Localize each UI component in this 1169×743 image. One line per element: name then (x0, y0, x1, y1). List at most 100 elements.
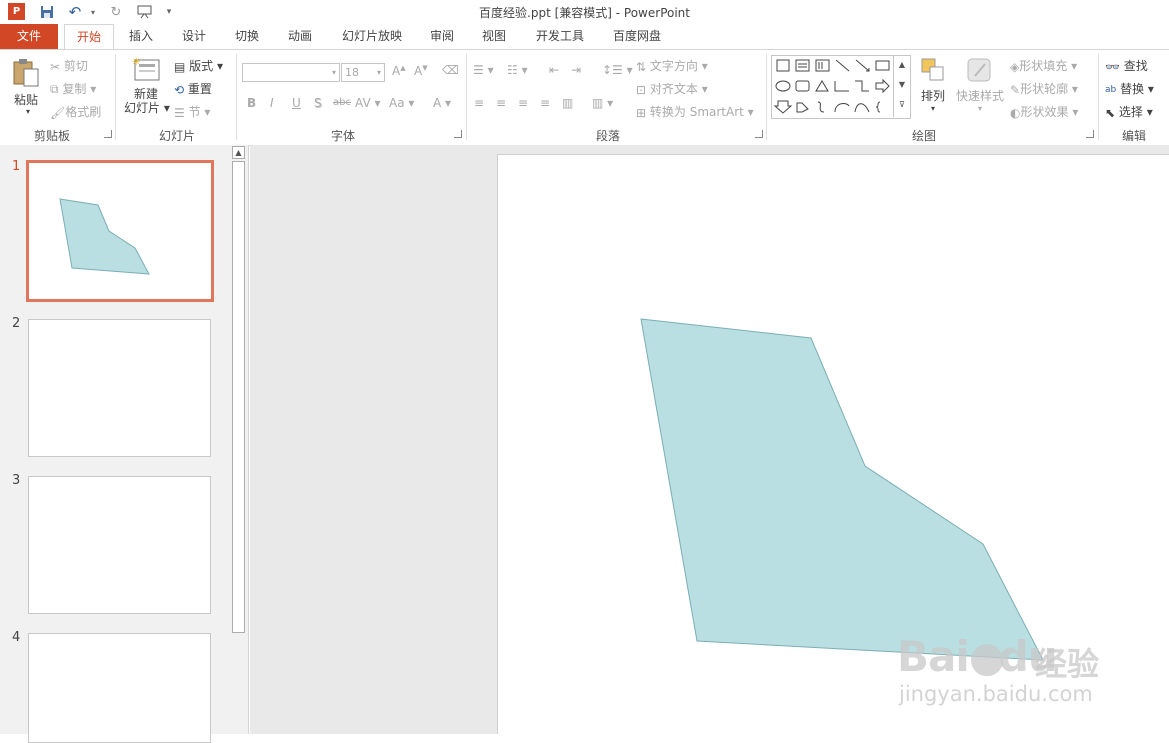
paste-button[interactable]: 粘贴 (10, 56, 42, 108)
italic-button[interactable]: I (270, 96, 274, 110)
quick-styles-button[interactable]: 快速样式 ▾ (954, 56, 1006, 113)
find-button[interactable]: 👓 查找 (1105, 57, 1148, 74)
reset-icon: ⟲ (174, 82, 185, 97)
text-direction-label: 文字方向 (649, 59, 698, 73)
paste-dropdown-icon[interactable]: ▾ (26, 107, 30, 116)
pen-icon: ✎ (1010, 82, 1021, 97)
group-label-slides: 幻灯片 (158, 129, 195, 143)
format-painter-icon: 🖌 (50, 105, 66, 120)
find-label: 查找 (1123, 59, 1148, 73)
shadow-button[interactable]: S (314, 96, 322, 110)
strikethrough-button[interactable]: abc (333, 97, 351, 108)
paw-icon: ● (968, 632, 1006, 681)
decrease-indent-icon[interactable]: ⇤ (549, 63, 559, 77)
title-bar: P ↶ ▾ ↻ ▾ 百度经验.ppt [兼容模式] - PowerPoint (0, 0, 1169, 24)
reset-button[interactable]: ⟲ 重置 (174, 80, 212, 97)
ribbon-separator (236, 54, 237, 140)
layout-label: 版式 (189, 59, 214, 73)
window-title: 百度经验.ppt [兼容模式] - PowerPoint (479, 6, 690, 20)
tab-design[interactable]: 设计 (174, 24, 214, 49)
layout-button[interactable]: ▤ 版式 ▾ (174, 57, 223, 74)
watermark-brand: Bai●du (897, 632, 1058, 681)
arrange-button[interactable]: 排列 ▾ (918, 56, 948, 113)
section-button[interactable]: ☰ 节 ▾ (174, 103, 210, 120)
shape-effects-icon: ◐ (1010, 105, 1021, 120)
font-color-label: A (433, 96, 442, 110)
copy-button[interactable]: ⧉ 复制 ▾ (50, 80, 96, 97)
select-label: 选择 (1118, 105, 1143, 119)
tab-review[interactable]: 审阅 (423, 24, 461, 49)
tab-animations[interactable]: 动画 (280, 24, 320, 49)
thumbnail-scrollbar[interactable]: ▲ (231, 145, 247, 734)
slide-number: 4 (12, 630, 21, 645)
tab-transitions[interactable]: 切换 (227, 24, 267, 49)
distributed-icon[interactable]: ▥ (562, 96, 573, 110)
ribbon-separator (115, 54, 116, 140)
scroll-up-icon[interactable]: ▲ (232, 146, 245, 159)
numbering-icon[interactable]: ☷ ▾ (507, 63, 528, 77)
align-left-icon[interactable]: ≡ (474, 96, 484, 110)
slide-thumbnail-2[interactable] (28, 319, 211, 457)
scrollbar-thumb[interactable] (232, 161, 245, 633)
group-label-clipboard: 剪贴板 (33, 129, 70, 143)
grow-font-icon[interactable]: A▲ (392, 64, 406, 78)
slide-thumbnail-4[interactable] (28, 633, 211, 743)
baidu-jingyan-watermark: Bai●du 经验 jingyan.baidu.com (895, 602, 1125, 712)
text-direction-button[interactable]: ⇅ 文字方向 ▾ (636, 57, 708, 74)
align-center-icon[interactable]: ≡ (496, 96, 506, 110)
shape-outline-button[interactable]: ✎形状轮廓 ▾ (1010, 80, 1078, 97)
shapes-gallery-scroll[interactable]: ▲ ▼ ⊽ (893, 55, 910, 117)
justify-icon[interactable]: ≡ (540, 96, 550, 110)
tab-home[interactable]: 开始 (64, 24, 114, 50)
group-label-editing: 编辑 (1121, 129, 1146, 143)
increase-indent-icon[interactable]: ⇥ (571, 63, 581, 77)
bold-button[interactable]: B (247, 96, 256, 110)
shape-effects-button[interactable]: ◐形状效果 ▾ (1010, 103, 1078, 120)
underline-button[interactable]: U (292, 96, 301, 110)
drawing-launcher-icon[interactable] (1086, 130, 1094, 138)
convert-smartart-button[interactable]: ⊞ 转换为 SmartArt ▾ (636, 103, 754, 120)
tab-insert[interactable]: 插入 (122, 24, 160, 49)
replace-button[interactable]: ab 替换 ▾ (1105, 80, 1154, 97)
tab-slideshow[interactable]: 幻灯片放映 (333, 24, 411, 49)
line-spacing-icon[interactable]: ↕☰ ▾ (602, 63, 633, 77)
quick-styles-icon (967, 58, 991, 82)
clear-formatting-icon[interactable]: ⌫ (442, 63, 459, 77)
slide-thumbnail-3[interactable] (28, 476, 211, 614)
slide-number: 3 (12, 473, 21, 488)
font-size-combo[interactable]: 18 ▾ (341, 63, 385, 82)
slide-thumbnail-1[interactable] (26, 160, 214, 302)
new-slide-label: 新建 (133, 87, 158, 101)
ribbon-separator (766, 54, 767, 140)
cut-button[interactable]: ✂ 剪切 (50, 57, 88, 74)
font-name-combo[interactable]: ▾ (242, 63, 340, 82)
font-color-button[interactable]: A ▾ (433, 96, 451, 110)
font-launcher-icon[interactable] (454, 130, 462, 138)
tab-developer[interactable]: 开发工具 (528, 24, 592, 49)
tab-view[interactable]: 视图 (475, 24, 513, 49)
character-spacing-label: AV (355, 96, 371, 110)
slide-thumbnail-pane[interactable]: 1 2 3 4 (0, 145, 249, 743)
shrink-font-icon[interactable]: A▼ (414, 64, 428, 78)
character-spacing-button[interactable]: AV ▾ (355, 96, 381, 110)
align-text-button[interactable]: ⊡ 对齐文本 ▾ (636, 80, 708, 97)
bullets-icon[interactable]: ☰ ▾ (473, 63, 494, 77)
section-label: 节 (188, 105, 201, 119)
columns-icon[interactable]: ▥ ▾ (592, 96, 613, 110)
shapes-gallery[interactable] (771, 55, 911, 119)
select-button[interactable]: ⬉ 选择 ▾ (1105, 103, 1153, 120)
section-icon: ☰ (174, 105, 185, 120)
thumbnail-shape (59, 198, 150, 275)
align-right-icon[interactable]: ≡ (518, 96, 528, 110)
tab-file[interactable]: 文件 (0, 24, 58, 49)
tab-baidu-netdisk[interactable]: 百度网盘 (605, 24, 669, 49)
shape-fill-button[interactable]: ◈形状填充 ▾ (1010, 57, 1077, 74)
clipboard-launcher-icon[interactable] (104, 130, 112, 138)
format-painter-button[interactable]: 🖌格式刷 (50, 103, 101, 120)
paragraph-launcher-icon[interactable] (755, 130, 763, 138)
align-text-label: 对齐文本 (649, 82, 698, 96)
svg-text:✳: ✳ (132, 57, 140, 68)
new-slide-button[interactable]: ✳ 新建 幻灯片 ▾ (124, 56, 170, 115)
replace-label: 替换 (1120, 82, 1145, 96)
change-case-button[interactable]: Aa ▾ (389, 96, 414, 110)
